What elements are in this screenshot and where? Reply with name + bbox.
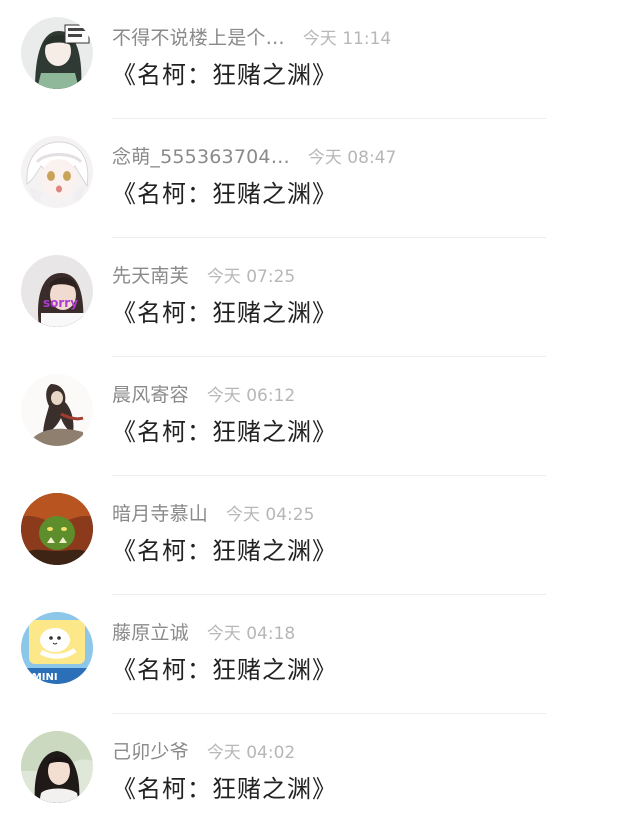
timestamp: 今天 08:47: [307, 147, 397, 168]
timestamp: 今天 04:25: [226, 504, 315, 525]
username-link[interactable]: 藤原立诚: [112, 618, 189, 645]
white-hair-anime-avatar-icon: [21, 136, 93, 208]
comment-text: 《名柯：狂赌之渊》: [112, 418, 337, 446]
username-link[interactable]: 己卯少爷: [112, 737, 189, 764]
avatar[interactable]: [21, 493, 93, 565]
comment-item[interactable]: 暗月寺慕山 今天 04:25 《名柯：狂赌之渊》: [0, 476, 640, 595]
comment-item[interactable]: 晨风寄容 今天 06:12 《名柯：狂赌之渊》: [0, 357, 640, 476]
ink-painting-figure-avatar-icon: [21, 374, 93, 446]
username-link[interactable]: 念萌_555363704…: [112, 142, 290, 169]
comment-list: 不得不说楼上是个… 今天 11:14 《名柯：狂赌之渊》 念萌_55536370…: [0, 0, 640, 827]
orc-warrior-avatar-icon: [21, 493, 93, 565]
comment-meta: 不得不说楼上是个… 今天 11:14: [112, 22, 391, 50]
comment-item[interactable]: EMINI 藤原立诚 今天 04:18 《名柯：狂赌之渊》: [0, 595, 640, 714]
comment-text: 《名柯：狂赌之渊》: [112, 299, 337, 327]
timestamp: 今天 04:18: [206, 623, 296, 644]
comment-item[interactable]: 念萌_555363704… 今天 08:47 《名柯：狂赌之渊》: [0, 119, 640, 238]
avatar[interactable]: [21, 136, 93, 208]
timestamp: 今天 06:12: [206, 385, 296, 406]
timestamp: 今天 11:14: [302, 28, 392, 49]
avatar[interactable]: sorry: [21, 255, 93, 327]
username-link[interactable]: 先天南芙: [112, 261, 189, 288]
svg-text:sorry: sorry: [43, 296, 78, 310]
comment-text: 《名柯：狂赌之渊》: [112, 180, 337, 208]
comment-text: 《名柯：狂赌之渊》: [112, 775, 337, 803]
comment-meta: 念萌_555363704… 今天 08:47: [112, 141, 396, 169]
username-link[interactable]: 暗月寺慕山: [112, 499, 208, 526]
comment-item[interactable]: 己卯少爷 今天 04:02 《名柯：狂赌之渊》: [0, 714, 640, 833]
girl-photo-avatar-icon: [21, 731, 93, 803]
comment-text: 《名柯：狂赌之渊》: [112, 61, 337, 89]
avatar[interactable]: [21, 17, 93, 89]
svg-text:EMINI: EMINI: [25, 672, 58, 683]
cartoon-gemini-avatar-icon: EMINI: [21, 612, 93, 684]
username-link[interactable]: 不得不说楼上是个…: [112, 23, 285, 50]
comment-item[interactable]: 不得不说楼上是个… 今天 11:14 《名柯：狂赌之渊》: [0, 0, 640, 119]
comment-item[interactable]: sorry 先天南芙 今天 07:25 《名柯：狂赌之渊》: [0, 238, 640, 357]
girl-sorry-text-avatar-icon: sorry: [21, 255, 93, 327]
comment-text: 《名柯：狂赌之渊》: [112, 537, 337, 565]
avatar[interactable]: [21, 374, 93, 446]
timestamp: 今天 04:02: [206, 742, 296, 763]
comment-meta: 暗月寺慕山 今天 04:25: [112, 498, 314, 526]
avatar[interactable]: EMINI: [21, 612, 93, 684]
avatar[interactable]: [21, 731, 93, 803]
comment-text: 《名柯：狂赌之渊》: [112, 656, 337, 684]
timestamp: 今天 07:25: [206, 266, 296, 287]
username-link[interactable]: 晨风寄容: [112, 380, 189, 407]
anime-girl-green-hair-avatar-icon: [21, 17, 93, 89]
comment-meta: 藤原立诚 今天 04:18: [112, 617, 295, 645]
comment-meta: 先天南芙 今天 07:25: [112, 260, 295, 288]
comment-meta: 己卯少爷 今天 04:02: [112, 736, 295, 764]
comment-meta: 晨风寄容 今天 06:12: [112, 379, 295, 407]
